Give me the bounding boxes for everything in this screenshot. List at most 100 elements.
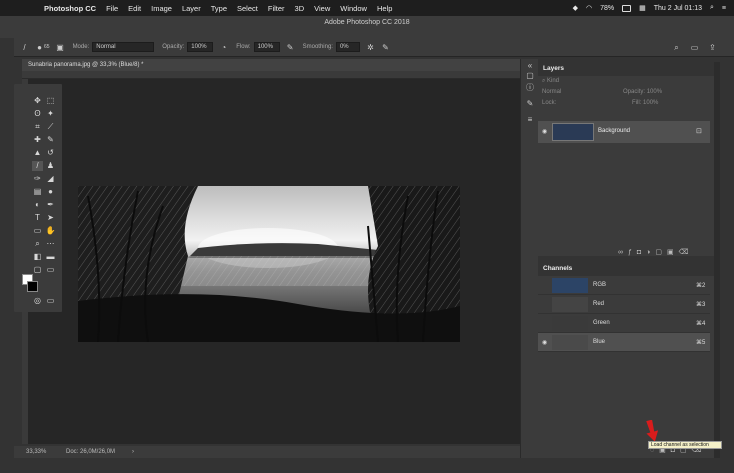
search-icon[interactable]: ⌕ <box>672 43 681 52</box>
crop-tool-icon[interactable]: ⌗ <box>32 122 43 132</box>
marquee-tool-icon[interactable]: ⬚ <box>45 96 56 106</box>
screen-mode-toggle-icon[interactable]: ▭ <box>45 296 56 306</box>
brush-tool-icon[interactable]: ✎ <box>45 135 56 145</box>
menu-3d[interactable]: 3D <box>295 4 305 13</box>
kind-filter[interactable]: Kind <box>547 78 559 84</box>
mode-select[interactable]: Normal <box>92 42 155 52</box>
pressure-opacity-icon[interactable]: ◔ <box>219 43 228 52</box>
healing-tool-icon[interactable]: ✚ <box>32 135 43 145</box>
menu-select[interactable]: Select <box>237 4 258 13</box>
layers-footer-icons[interactable]: ∞ƒ◘◑▢▣⌫ <box>618 248 693 256</box>
dropbox-icon[interactable]: ◆ <box>573 4 578 12</box>
menu-window[interactable]: Window <box>340 4 367 13</box>
eraser-tool-icon[interactable]: ◢ <box>45 174 56 184</box>
history-tool-icon[interactable]: ✑ <box>32 174 43 184</box>
wifi-icon[interactable]: ◠ <box>586 4 592 12</box>
channel-row-green[interactable]: Green ⌘4 <box>538 314 710 333</box>
eyedropper-tool-icon[interactable]: ⟋ <box>45 122 56 132</box>
rectangle-tool-icon[interactable]: ▭ <box>32 226 43 236</box>
opacity-field[interactable]: 100% <box>187 42 214 52</box>
search-icon[interactable]: ⌕ <box>710 4 714 12</box>
dodge-tool-icon[interactable]: ◐ <box>32 200 43 210</box>
doc-info-arrow-icon[interactable]: › <box>132 446 134 458</box>
layer-name[interactable]: Background <box>598 128 630 134</box>
app-menu[interactable]: Photoshop CC <box>44 4 96 13</box>
symmetry-icon[interactable]: ✎ <box>381 43 390 52</box>
brush-settings-panel-icon[interactable]: ✎ <box>525 99 535 109</box>
channels-tab[interactable]: Channels <box>538 262 714 276</box>
landscape-image <box>78 186 460 342</box>
background-color-swatch[interactable] <box>27 281 38 292</box>
brush-active-tool-icon[interactable]: / <box>32 161 43 171</box>
channel-row-red[interactable]: Red ⌘3 <box>538 295 710 314</box>
gear-icon[interactable]: ✲ <box>366 43 375 52</box>
battery-percent[interactable]: 78% <box>600 5 614 12</box>
photoshop-window: Photoshop CC File Edit Image Layer Type … <box>0 0 734 473</box>
smoothing-label: Smoothing: <box>302 44 333 50</box>
airbrush-icon[interactable]: ✎ <box>286 43 295 52</box>
move-tool-icon[interactable]: ✥ <box>32 96 43 106</box>
history-panel-icon[interactable]: ▢ <box>525 71 535 81</box>
quick-mask-icon[interactable]: ◎ <box>32 296 43 306</box>
screen-mode-icon[interactable]: ▭ <box>45 265 56 275</box>
share-icon[interactable]: ⇪ <box>708 43 717 52</box>
pen-tool-icon[interactable]: ✒ <box>45 200 56 210</box>
document-image[interactable] <box>78 186 460 342</box>
doc-info[interactable]: Doc: 26,0M/26,0M <box>66 446 115 458</box>
type-tool-icon[interactable]: T <box>32 213 43 223</box>
document-tab[interactable]: Sunabria panorama.jpg @ 33,3% (Blue/8) * <box>22 59 520 71</box>
menu-edit[interactable]: Edit <box>128 4 141 13</box>
brush-tool-icon[interactable]: / <box>20 43 29 52</box>
clone-tool-icon[interactable]: ♟ <box>45 161 56 171</box>
collapse-icon[interactable]: « <box>525 61 535 71</box>
zoom-tool-icon[interactable]: ⌕ <box>32 239 43 249</box>
fill-field[interactable]: 100% <box>643 100 658 106</box>
channel-thumbnail <box>552 278 588 293</box>
edit-toolbar-icon[interactable]: ⋯ <box>45 239 56 249</box>
layers-filter-row[interactable]: ⌕ Kind <box>538 76 714 87</box>
flow-field[interactable]: 100% <box>253 42 280 52</box>
channel-thumbnail <box>552 316 588 331</box>
channel-row-blue[interactable]: ◉ Blue ⌘5 <box>538 333 710 352</box>
brush-settings-icon[interactable]: ▣ <box>56 43 65 52</box>
hand-tool-icon[interactable]: ✋ <box>45 226 56 236</box>
apple-icon[interactable] <box>28 3 36 13</box>
menu-help[interactable]: Help <box>377 4 392 13</box>
flag-icon[interactable]: ▦ <box>639 4 646 12</box>
collapsed-panels-strip: « ▢ ⓘ ✎ ≡ <box>520 59 538 458</box>
menu-type[interactable]: Type <box>211 4 227 13</box>
menu-list-icon[interactable]: ≡ <box>722 5 726 12</box>
lasso-tool-icon[interactable]: ʘ <box>32 109 43 119</box>
menu-image[interactable]: Image <box>151 4 172 13</box>
extra-tool-icon[interactable]: ◧ <box>32 252 43 262</box>
menu-layer[interactable]: Layer <box>182 4 201 13</box>
info-panel-icon[interactable]: ⓘ <box>525 83 535 93</box>
layers-tab[interactable]: Layers <box>538 62 714 76</box>
magic-wand-tool-icon[interactable]: ✦ <box>45 109 56 119</box>
menu-file[interactable]: File <box>106 4 118 13</box>
frame-tool-icon[interactable]: ▬ <box>45 252 56 262</box>
zoom-level[interactable]: 33,33% <box>26 446 46 458</box>
menu-view[interactable]: View <box>314 4 330 13</box>
smoothing-field[interactable]: 0% <box>335 42 360 52</box>
brush-preset-picker[interactable]: ● <box>35 43 44 52</box>
layer-row-background[interactable]: ◉ Background ⊡ <box>538 121 710 143</box>
visibility-eye-icon[interactable]: ◉ <box>542 128 547 135</box>
adjustments-panel-icon[interactable]: ≡ <box>525 115 535 125</box>
history-brush-tool-icon[interactable]: ↺ <box>45 148 56 158</box>
lock-icon[interactable]: ⊡ <box>696 127 702 135</box>
workspace-icon[interactable]: ▭ <box>690 43 699 52</box>
menu-filter[interactable]: Filter <box>268 4 285 13</box>
gradient-tool-icon[interactable]: ▤ <box>32 187 43 197</box>
menubar-status-area: ◆ ◠ 78% ▦ Thu 2 Jul 01:13 ⌕ ≡ <box>573 0 726 16</box>
channel-row-rgb[interactable]: RGB ⌘2 <box>538 276 710 295</box>
stamp-tool-icon[interactable]: ▲ <box>32 148 43 158</box>
color-replace-tool-icon[interactable]: ▢ <box>32 265 43 275</box>
panel-scrollbar[interactable] <box>714 62 720 458</box>
visibility-eye-icon[interactable]: ◉ <box>542 339 547 346</box>
clock[interactable]: Thu 2 Jul 01:13 <box>654 5 702 12</box>
layer-opacity-field[interactable]: 100% <box>647 89 662 95</box>
blur-tool-icon[interactable]: ● <box>45 187 56 197</box>
path-selection-tool-icon[interactable]: ➤ <box>45 213 56 223</box>
blend-mode-select[interactable]: Normal <box>542 89 561 95</box>
